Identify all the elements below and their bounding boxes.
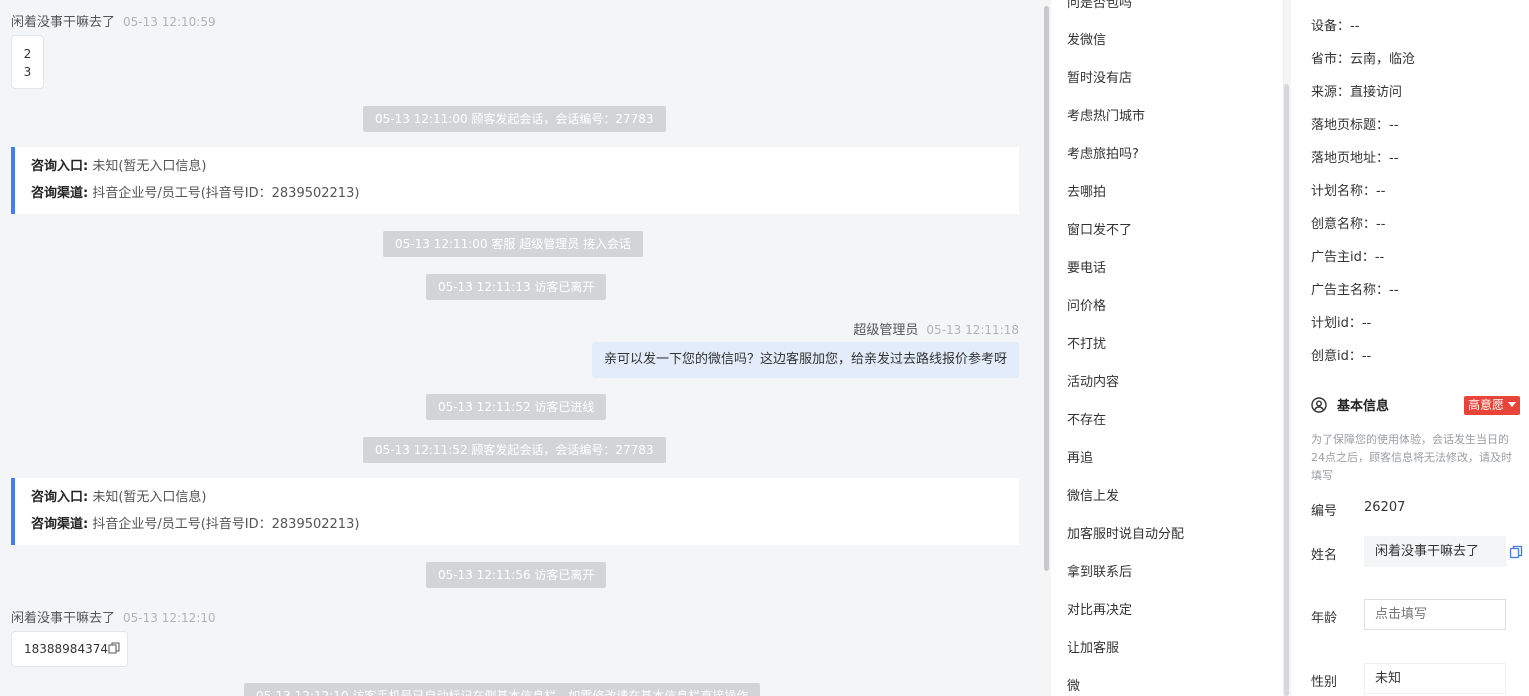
name-field[interactable]: 闲着没事干嘛去了 — [1364, 536, 1506, 567]
id-value: 26207 — [1364, 500, 1406, 515]
info-device: 设备：-- — [1311, 19, 1360, 34]
message-line: 2 — [23, 47, 32, 61]
entry-label: 咨询入口: — [31, 490, 89, 505]
quick-reply-item[interactable]: 不打扰 — [1067, 333, 1106, 352]
message-time: 05-13 12:12:10 — [123, 611, 216, 625]
chat-panel: 闲着没事干嘛去了 05-13 12:10:59 2 3 05-13 12:11:0… — [0, 0, 1040, 696]
quick-reply-item[interactable]: 暂时没有店 — [1067, 67, 1132, 86]
basic-info-title: 基本信息 — [1337, 399, 1390, 414]
channel-label: 咨询渠道: — [31, 186, 89, 201]
quick-reply-list: 问是否包吗 发微信 暂时没有店 考虑热门城市 考虑旅拍吗? 去哪拍 窗口发不了 … — [1051, 0, 1284, 696]
quick-reply-item[interactable]: 让加客服 — [1067, 637, 1119, 656]
gender-label: 性别 — [1311, 675, 1338, 690]
system-notice: 05-13 12:11:00 客服 超级管理员 接入会话 — [383, 231, 644, 257]
quick-reply-item[interactable]: 要电话 — [1067, 257, 1106, 276]
quick-reply-item[interactable]: 问是否包吗 — [1067, 0, 1132, 11]
visitor-name: 闲着没事干嘛去了 — [11, 15, 116, 30]
message-line: 3 — [23, 65, 32, 79]
age-label: 年龄 — [1311, 611, 1338, 626]
info-creative-id: 创意id：-- — [1311, 349, 1372, 364]
system-notice: 05-13 12:11:52 访客已进线 — [426, 394, 607, 420]
system-notice: 05-13 12:11:00 顾客发起会话，会话编号：27783 — [363, 106, 666, 132]
agent-name: 超级管理员 — [853, 323, 919, 338]
system-notice: 05-13 12:12:10 访客手机号已自动标记在侧基本信息栏，如需修改请在基… — [244, 683, 761, 696]
quick-reply-scrollbar-thumb[interactable] — [1284, 84, 1289, 696]
quick-reply-item[interactable]: 去哪拍 — [1067, 181, 1106, 200]
quick-reply-item[interactable]: 微 — [1067, 675, 1080, 694]
visitor-message-bubble: 2 3 — [11, 35, 44, 89]
agent-message-bubble: 亲可以发一下您的微信吗？这边客服加您，给亲发过去路线报价参考呀 — [591, 342, 1019, 378]
intent-level-value: 高意愿 — [1468, 398, 1505, 412]
info-plan-name: 计划名称：-- — [1311, 184, 1386, 199]
quick-reply-item[interactable]: 考虑热门城市 — [1067, 105, 1145, 124]
entry-label: 咨询入口: — [31, 159, 89, 174]
chat-scrollbar-thumb[interactable] — [1044, 6, 1049, 571]
info-landing-url: 落地页地址：-- — [1311, 151, 1399, 166]
channel-value: 抖音企业号/员工号(抖音号ID：2839502213) — [92, 186, 360, 201]
visitor-message-header: 闲着没事干嘛去了 05-13 12:10:59 — [11, 11, 216, 30]
intent-level-dropdown[interactable]: 高意愿 — [1464, 396, 1520, 415]
message-time: 05-13 12:10:59 — [123, 15, 216, 29]
agent-message-header: 超级管理员 05-13 12:11:18 — [853, 319, 1019, 338]
name-label: 姓名 — [1311, 548, 1338, 563]
info-advertiser-name: 广告主名称：-- — [1311, 283, 1399, 298]
copy-icon[interactable] — [108, 642, 120, 654]
caret-down-icon — [1507, 402, 1516, 407]
info-source: 来源：直接访问 — [1311, 85, 1403, 100]
quick-reply-item[interactable]: 活动内容 — [1067, 371, 1119, 390]
customer-info-panel: 设备：-- 省市：云南，临沧 来源：直接访问 落地页标题：-- 落地页地址：--… — [1291, 0, 1529, 696]
copy-icon[interactable] — [1509, 545, 1523, 559]
quick-reply-item[interactable]: 不存在 — [1067, 409, 1106, 428]
visitor-name: 闲着没事干嘛去了 — [11, 611, 116, 626]
consult-info-card: 咨询入口: 未知(暂无入口信息) 咨询渠道: 抖音企业号/员工号(抖音号ID：2… — [11, 478, 1019, 545]
system-notice: 05-13 12:11:56 访客已离开 — [426, 562, 607, 588]
quick-reply-item[interactable]: 加客服时说自动分配 — [1067, 523, 1184, 542]
age-input[interactable] — [1364, 599, 1506, 630]
gender-select[interactable]: 未知 — [1364, 663, 1506, 694]
info-landing-title: 落地页标题：-- — [1311, 118, 1399, 133]
channel-value: 抖音企业号/员工号(抖音号ID：2839502213) — [92, 517, 360, 532]
system-notice: 05-13 12:11:52 顾客发起会话，会话编号：27783 — [363, 437, 666, 463]
basic-info-section-title: 基本信息 — [1311, 395, 1389, 414]
visitor-message-bubble: 18388984374 — [11, 631, 128, 667]
visitor-message-header: 闲着没事干嘛去了 05-13 12:12:10 — [11, 607, 216, 626]
quick-reply-item[interactable]: 拿到联系后 — [1067, 561, 1132, 580]
quick-reply-item[interactable]: 再追 — [1067, 447, 1093, 466]
message-time: 05-13 12:11:18 — [926, 323, 1019, 337]
channel-label: 咨询渠道: — [31, 517, 89, 532]
info-province-city: 省市：云南，临沧 — [1311, 52, 1416, 67]
id-label: 编号 — [1311, 504, 1338, 519]
quick-reply-item[interactable]: 问价格 — [1067, 295, 1106, 314]
entry-value: 未知(暂无入口信息) — [92, 490, 207, 505]
quick-reply-item[interactable]: 窗口发不了 — [1067, 219, 1132, 238]
entry-value: 未知(暂无入口信息) — [92, 159, 207, 174]
quick-reply-item[interactable]: 发微信 — [1067, 29, 1106, 48]
info-creative-name: 创意名称：-- — [1311, 217, 1386, 232]
quick-reply-item[interactable]: 对比再决定 — [1067, 599, 1132, 618]
quick-reply-item[interactable]: 微信上发 — [1067, 485, 1119, 504]
system-notice: 05-13 12:11:13 访客已离开 — [426, 274, 607, 300]
info-plan-id: 计划id：-- — [1311, 316, 1372, 331]
consult-info-card: 咨询入口: 未知(暂无入口信息) 咨询渠道: 抖音企业号/员工号(抖音号ID：2… — [11, 147, 1019, 214]
quick-reply-item[interactable]: 考虑旅拍吗? — [1067, 143, 1139, 162]
edit-deadline-notice: 为了保障您的使用体验，会话发生当日的24点之后，顾客信息将无法修改，请及时填写 — [1311, 433, 1512, 482]
phone-number: 18388984374 — [24, 642, 108, 656]
info-advertiser-id: 广告主id：-- — [1311, 250, 1385, 265]
user-circle-icon — [1311, 396, 1327, 413]
